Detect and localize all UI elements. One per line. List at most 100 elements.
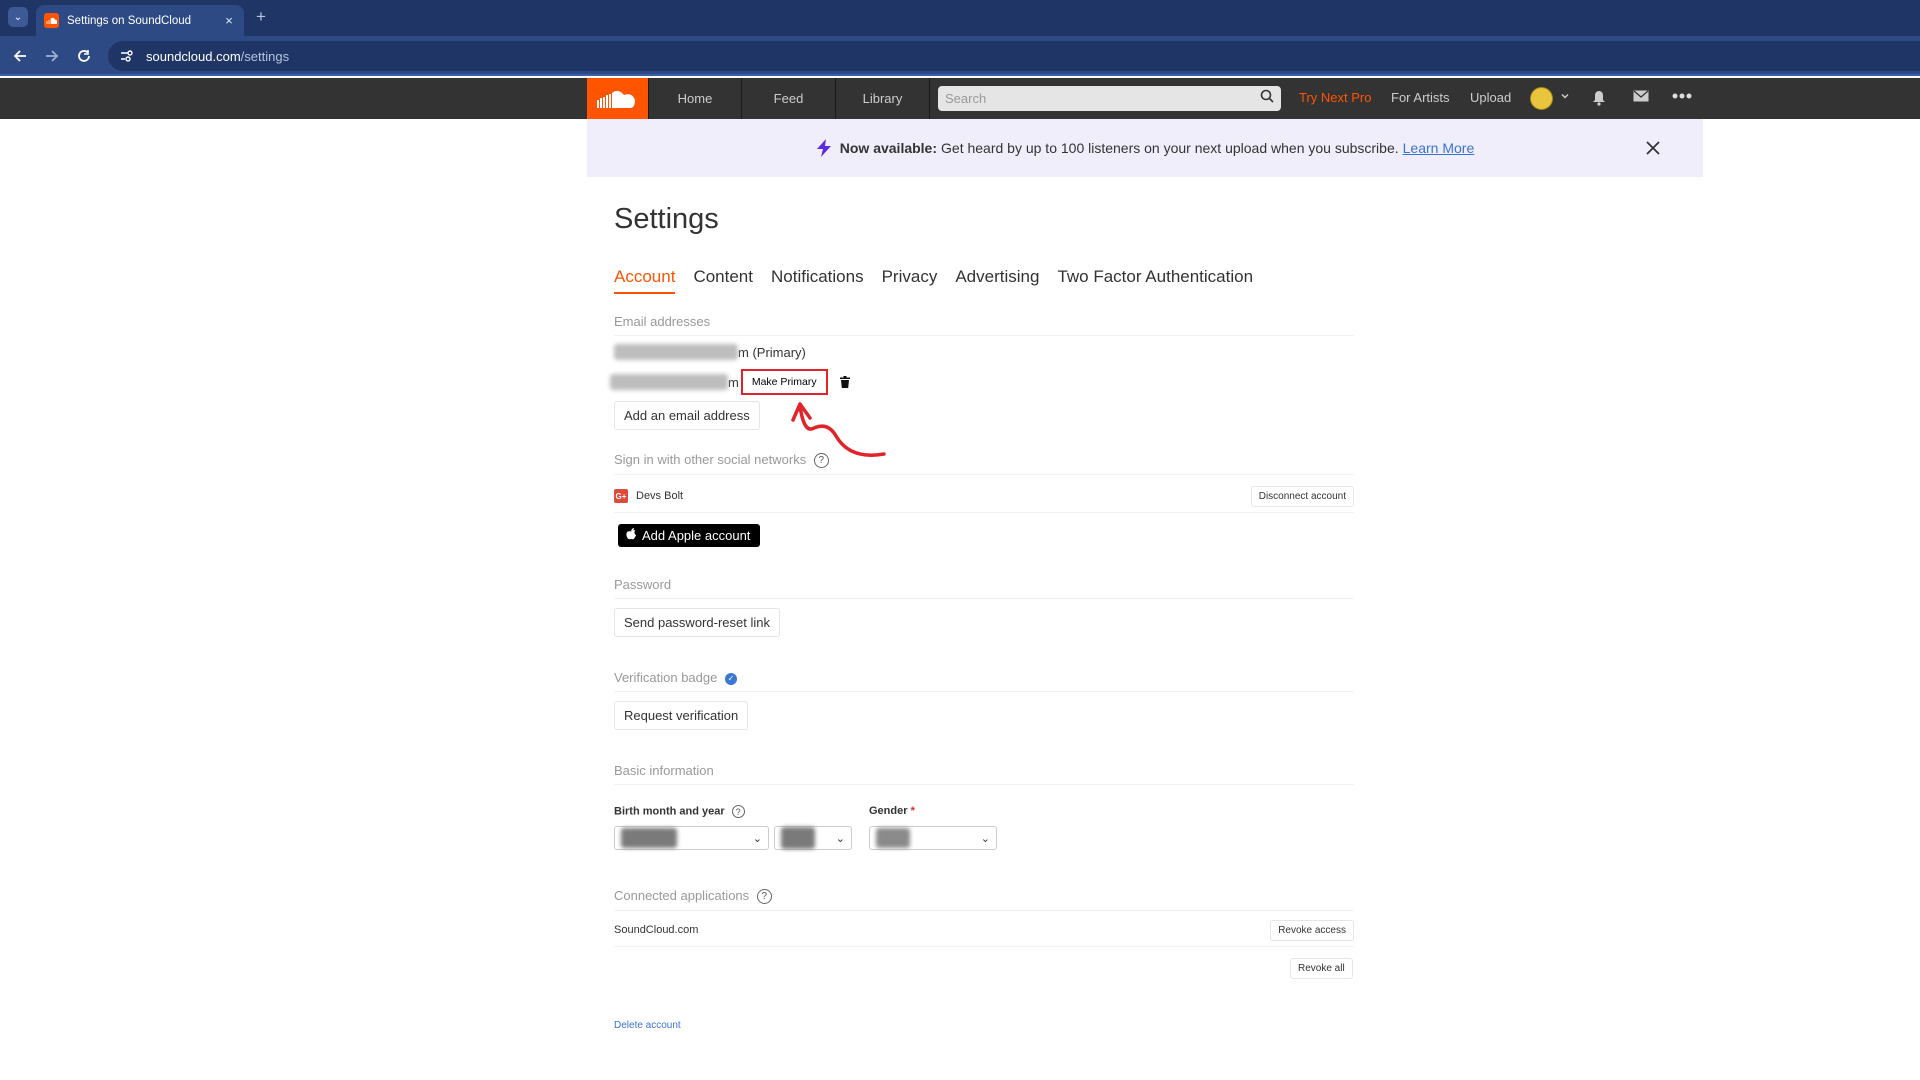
- tab-account[interactable]: Account: [614, 267, 676, 294]
- new-tab-button[interactable]: +: [256, 8, 266, 26]
- send-password-reset-button[interactable]: Send password-reset link: [614, 608, 780, 637]
- google-account-name: Devs Bolt: [636, 490, 684, 502]
- redacted-value: [621, 828, 677, 848]
- avatar[interactable]: [1530, 87, 1553, 110]
- redacted-email: [614, 344, 738, 360]
- help-icon[interactable]: ?: [756, 889, 772, 905]
- tab-search-icon[interactable]: ⌄: [8, 7, 28, 27]
- search-icon[interactable]: [1260, 89, 1274, 108]
- nav-feed[interactable]: Feed: [742, 78, 836, 119]
- lightning-icon: [816, 139, 832, 157]
- disconnect-account-button[interactable]: Disconnect account: [1250, 485, 1354, 507]
- basic-info-section-label: Basic information: [614, 763, 714, 778]
- gender-label-text: Gender: [869, 805, 908, 817]
- url-text: soundcloud.com/settings: [146, 49, 289, 64]
- soundcloud-favicon-icon: [44, 13, 59, 28]
- upload-link[interactable]: Upload: [1470, 90, 1511, 105]
- nav-library[interactable]: Library: [836, 78, 930, 119]
- red-arrow-annotation-icon: [791, 402, 886, 457]
- tab-close-icon[interactable]: ×: [222, 13, 236, 28]
- divider: [614, 474, 1354, 475]
- url-host: soundcloud.com: [146, 48, 241, 64]
- add-email-button[interactable]: Add an email address: [614, 401, 760, 430]
- gender-select[interactable]: ⌄: [869, 826, 997, 850]
- verified-badge-icon: ✓: [724, 672, 737, 685]
- soundcloud-header: Home Feed Library Try Next Pro For Artis…: [0, 78, 1920, 119]
- social-section-label: Sign in with other social networks ?: [614, 452, 829, 469]
- secondary-email-row: m Make Primary: [610, 369, 854, 395]
- connected-app-row: SoundCloud.com Revoke access: [614, 919, 1354, 941]
- browser-tabstrip: ⌄ Settings on SoundCloud × +: [0, 0, 1920, 36]
- add-apple-account-button[interactable]: Add Apple account: [618, 524, 761, 547]
- verification-label-text: Verification badge: [614, 670, 718, 685]
- tab-content[interactable]: Content: [693, 267, 753, 294]
- required-mark: *: [910, 805, 915, 817]
- trash-icon[interactable]: [836, 373, 854, 391]
- delete-account-link[interactable]: Delete account: [614, 1020, 681, 1031]
- main-nav: Home Feed Library: [648, 78, 930, 119]
- search-box: [938, 86, 1281, 111]
- back-icon[interactable]: [10, 46, 30, 66]
- make-primary-button[interactable]: Make Primary: [740, 369, 828, 395]
- settings-tabs: Account Content Notifications Privacy Ad…: [614, 267, 1253, 294]
- for-artists-link[interactable]: For Artists: [1391, 90, 1450, 105]
- banner-text: Get heard by up to 100 listeners on your…: [941, 140, 1399, 156]
- primary-email-row: m (Primary): [614, 344, 806, 360]
- redacted-value: [781, 827, 815, 849]
- request-verification-button[interactable]: Request verification: [614, 701, 749, 730]
- address-bar: soundcloud.com/settings: [0, 36, 1920, 76]
- birth-month-select[interactable]: ⌄: [614, 826, 769, 850]
- messages-envelope-icon[interactable]: [1633, 90, 1649, 102]
- birth-year-select[interactable]: ⌄: [774, 826, 852, 850]
- tab-privacy[interactable]: Privacy: [882, 267, 938, 294]
- social-label-text: Sign in with other social networks: [614, 452, 807, 467]
- more-options-icon[interactable]: [1672, 93, 1692, 99]
- divider: [614, 691, 1354, 692]
- learn-more-link[interactable]: Learn More: [1403, 140, 1475, 156]
- notifications-bell-icon[interactable]: [1592, 90, 1606, 106]
- divider: [614, 512, 1354, 513]
- revoke-access-button[interactable]: Revoke access: [1270, 919, 1354, 941]
- site-info-icon[interactable]: [116, 48, 138, 64]
- forward-icon[interactable]: [42, 46, 62, 66]
- help-icon[interactable]: ?: [813, 453, 829, 469]
- google-plus-icon: G+: [614, 489, 628, 503]
- divider: [614, 598, 1354, 599]
- promo-banner: Now available: Get heard by up to 100 li…: [587, 119, 1703, 177]
- close-icon[interactable]: [1643, 138, 1663, 158]
- chevron-down-icon[interactable]: [1560, 91, 1570, 101]
- banner-bold-text: Now available:: [839, 140, 938, 156]
- url-path: /settings: [240, 48, 290, 64]
- chevron-down-icon: ⌄: [835, 832, 845, 845]
- omnibox[interactable]: soundcloud.com/settings: [108, 41, 1920, 71]
- try-next-pro-link[interactable]: Try Next Pro: [1299, 90, 1371, 105]
- tab-two-factor-authentication[interactable]: Two Factor Authentication: [1057, 267, 1253, 294]
- divider: [614, 946, 1354, 947]
- tab-advertising[interactable]: Advertising: [955, 267, 1039, 294]
- revoke-all-button[interactable]: Revoke all: [1290, 958, 1353, 979]
- tab-title: Settings on SoundCloud: [67, 14, 192, 27]
- reload-icon[interactable]: [74, 46, 94, 66]
- apple-button-label: Add Apple account: [642, 528, 751, 543]
- apple-icon: [626, 528, 636, 543]
- nav-home[interactable]: Home: [648, 78, 742, 119]
- help-icon[interactable]: ?: [731, 805, 745, 818]
- redacted-value: [876, 828, 910, 848]
- gender-label: Gender *: [869, 805, 915, 817]
- connected-apps-label-text: Connected applications: [614, 888, 750, 903]
- chevron-down-icon: ⌄: [980, 832, 990, 845]
- chevron-down-icon: ⌄: [752, 832, 762, 845]
- secondary-email-suffix: m: [728, 374, 739, 390]
- divider: [614, 335, 1354, 336]
- divider: [614, 910, 1354, 911]
- google-account-row: G+ Devs Bolt Disconnect account: [614, 484, 1354, 508]
- tab-notifications[interactable]: Notifications: [771, 267, 864, 294]
- redacted-email: [610, 374, 728, 390]
- search-input[interactable]: [945, 91, 1260, 106]
- password-section-label: Password: [614, 577, 672, 592]
- browser-tab[interactable]: Settings on SoundCloud ×: [36, 5, 244, 36]
- birth-label: Birth month and year ?: [614, 805, 745, 818]
- soundcloud-logo-icon[interactable]: [587, 78, 648, 119]
- birth-label-text: Birth month and year: [614, 805, 725, 818]
- primary-email-suffix: m (Primary): [738, 344, 806, 360]
